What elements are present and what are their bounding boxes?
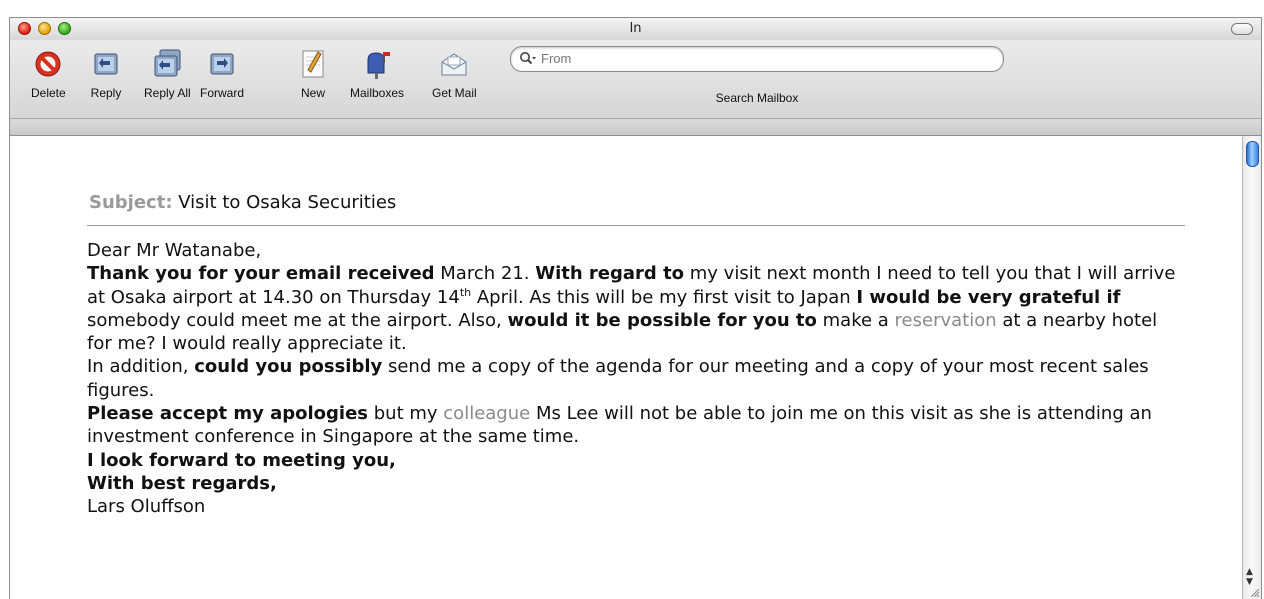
- get-mail-label: Get Mail: [432, 86, 477, 100]
- subject-line: Subject: Visit to Osaka Securities: [89, 192, 396, 213]
- bold-phrase: would it be possible for you to: [507, 309, 817, 331]
- mail-window: In Delete Reply Reply All Forward New Ma…: [9, 17, 1262, 599]
- closing-line: I look forward to meeting you,: [87, 449, 1187, 472]
- toolbar-toggle-button[interactable]: [1231, 23, 1253, 35]
- title-bar[interactable]: In: [10, 18, 1261, 41]
- new-message-button[interactable]: New: [297, 48, 329, 100]
- body-text: March 21.: [434, 263, 536, 285]
- highlighted-word: colleague: [443, 403, 531, 425]
- message-view: Subject: Visit to Osaka Securities Dear …: [10, 136, 1243, 599]
- reply-icon: [94, 53, 118, 75]
- get-mail-icon: [441, 53, 467, 76]
- body-text: somebody could meet me at the airport. A…: [87, 309, 508, 331]
- mailboxes-icon: [367, 52, 391, 79]
- body-text: make a: [816, 309, 895, 331]
- subject-text: Visit to Osaka Securities: [178, 192, 397, 213]
- paragraph-2: In addition, could you possibly send me …: [87, 355, 1187, 402]
- search-mailbox-label: Search Mailbox: [715, 91, 799, 105]
- greeting: Dear Mr Watanabe,: [87, 240, 262, 261]
- search-input[interactable]: [541, 50, 989, 67]
- reply-label: Reply: [90, 86, 122, 100]
- body-text: In addition,: [87, 356, 195, 378]
- search-box[interactable]: [510, 46, 1004, 72]
- paragraph-1: Thank you for your email received March …: [87, 262, 1187, 355]
- scroll-thumb[interactable]: [1246, 141, 1259, 167]
- window-title: In: [629, 21, 642, 36]
- sign-off: With best regards,: [87, 472, 1187, 495]
- highlighted-word: reservation: [894, 309, 997, 331]
- search-field: Search Mailbox: [510, 46, 1004, 105]
- mailboxes-button[interactable]: Mailboxes: [350, 48, 404, 100]
- reply-all-label: Reply All: [144, 86, 191, 100]
- search-icon[interactable]: [519, 51, 537, 67]
- delete-icon: [35, 51, 61, 77]
- get-mail-button[interactable]: Get Mail: [432, 48, 477, 100]
- delete-label: Delete: [31, 86, 66, 100]
- signature: Lars Oluffson: [87, 496, 206, 518]
- ordinal-suffix: th: [459, 285, 472, 299]
- message-list-divider[interactable]: [10, 119, 1261, 136]
- bold-phrase: could you possibly: [194, 356, 383, 378]
- toolbar: Delete Reply Reply All Forward New Mailb…: [10, 40, 1261, 119]
- bold-phrase: Please accept my apologies: [87, 403, 369, 425]
- scroll-down-arrow-icon[interactable]: ▼: [1246, 578, 1253, 587]
- bold-phrase: With regard to: [535, 263, 685, 285]
- reply-all-icon: [154, 49, 181, 77]
- paragraph-3: Please accept my apologies but my collea…: [87, 402, 1187, 449]
- reply-button[interactable]: Reply: [90, 48, 122, 100]
- closing-text: I look forward to meeting you,: [87, 449, 396, 471]
- mailboxes-label: Mailboxes: [350, 86, 405, 100]
- body-text: but my: [368, 403, 444, 425]
- forward-icon: [210, 53, 234, 75]
- scroll-up-arrow-icon[interactable]: ▲: [1246, 568, 1253, 577]
- forward-button[interactable]: Forward: [200, 48, 244, 100]
- delete-button[interactable]: Delete: [31, 48, 66, 100]
- bold-phrase: Thank you for your email received: [87, 263, 435, 285]
- resize-grip-icon[interactable]: [1249, 587, 1259, 597]
- compose-icon: [302, 50, 324, 78]
- new-label: New: [300, 86, 325, 100]
- forward-label: Forward: [200, 86, 245, 100]
- body-text: April. As this will be my first visit to…: [471, 286, 857, 308]
- subject-label: Subject:: [89, 192, 173, 213]
- bold-phrase: I would be very grateful if: [856, 286, 1121, 308]
- vertical-scrollbar[interactable]: ▲ ▼: [1242, 136, 1261, 599]
- header-divider: [87, 225, 1185, 226]
- reply-all-button[interactable]: Reply All: [144, 48, 191, 100]
- sign-off-text: With best regards,: [87, 472, 277, 494]
- message-body: Dear Mr Watanabe, Thank you for your ema…: [87, 239, 1187, 519]
